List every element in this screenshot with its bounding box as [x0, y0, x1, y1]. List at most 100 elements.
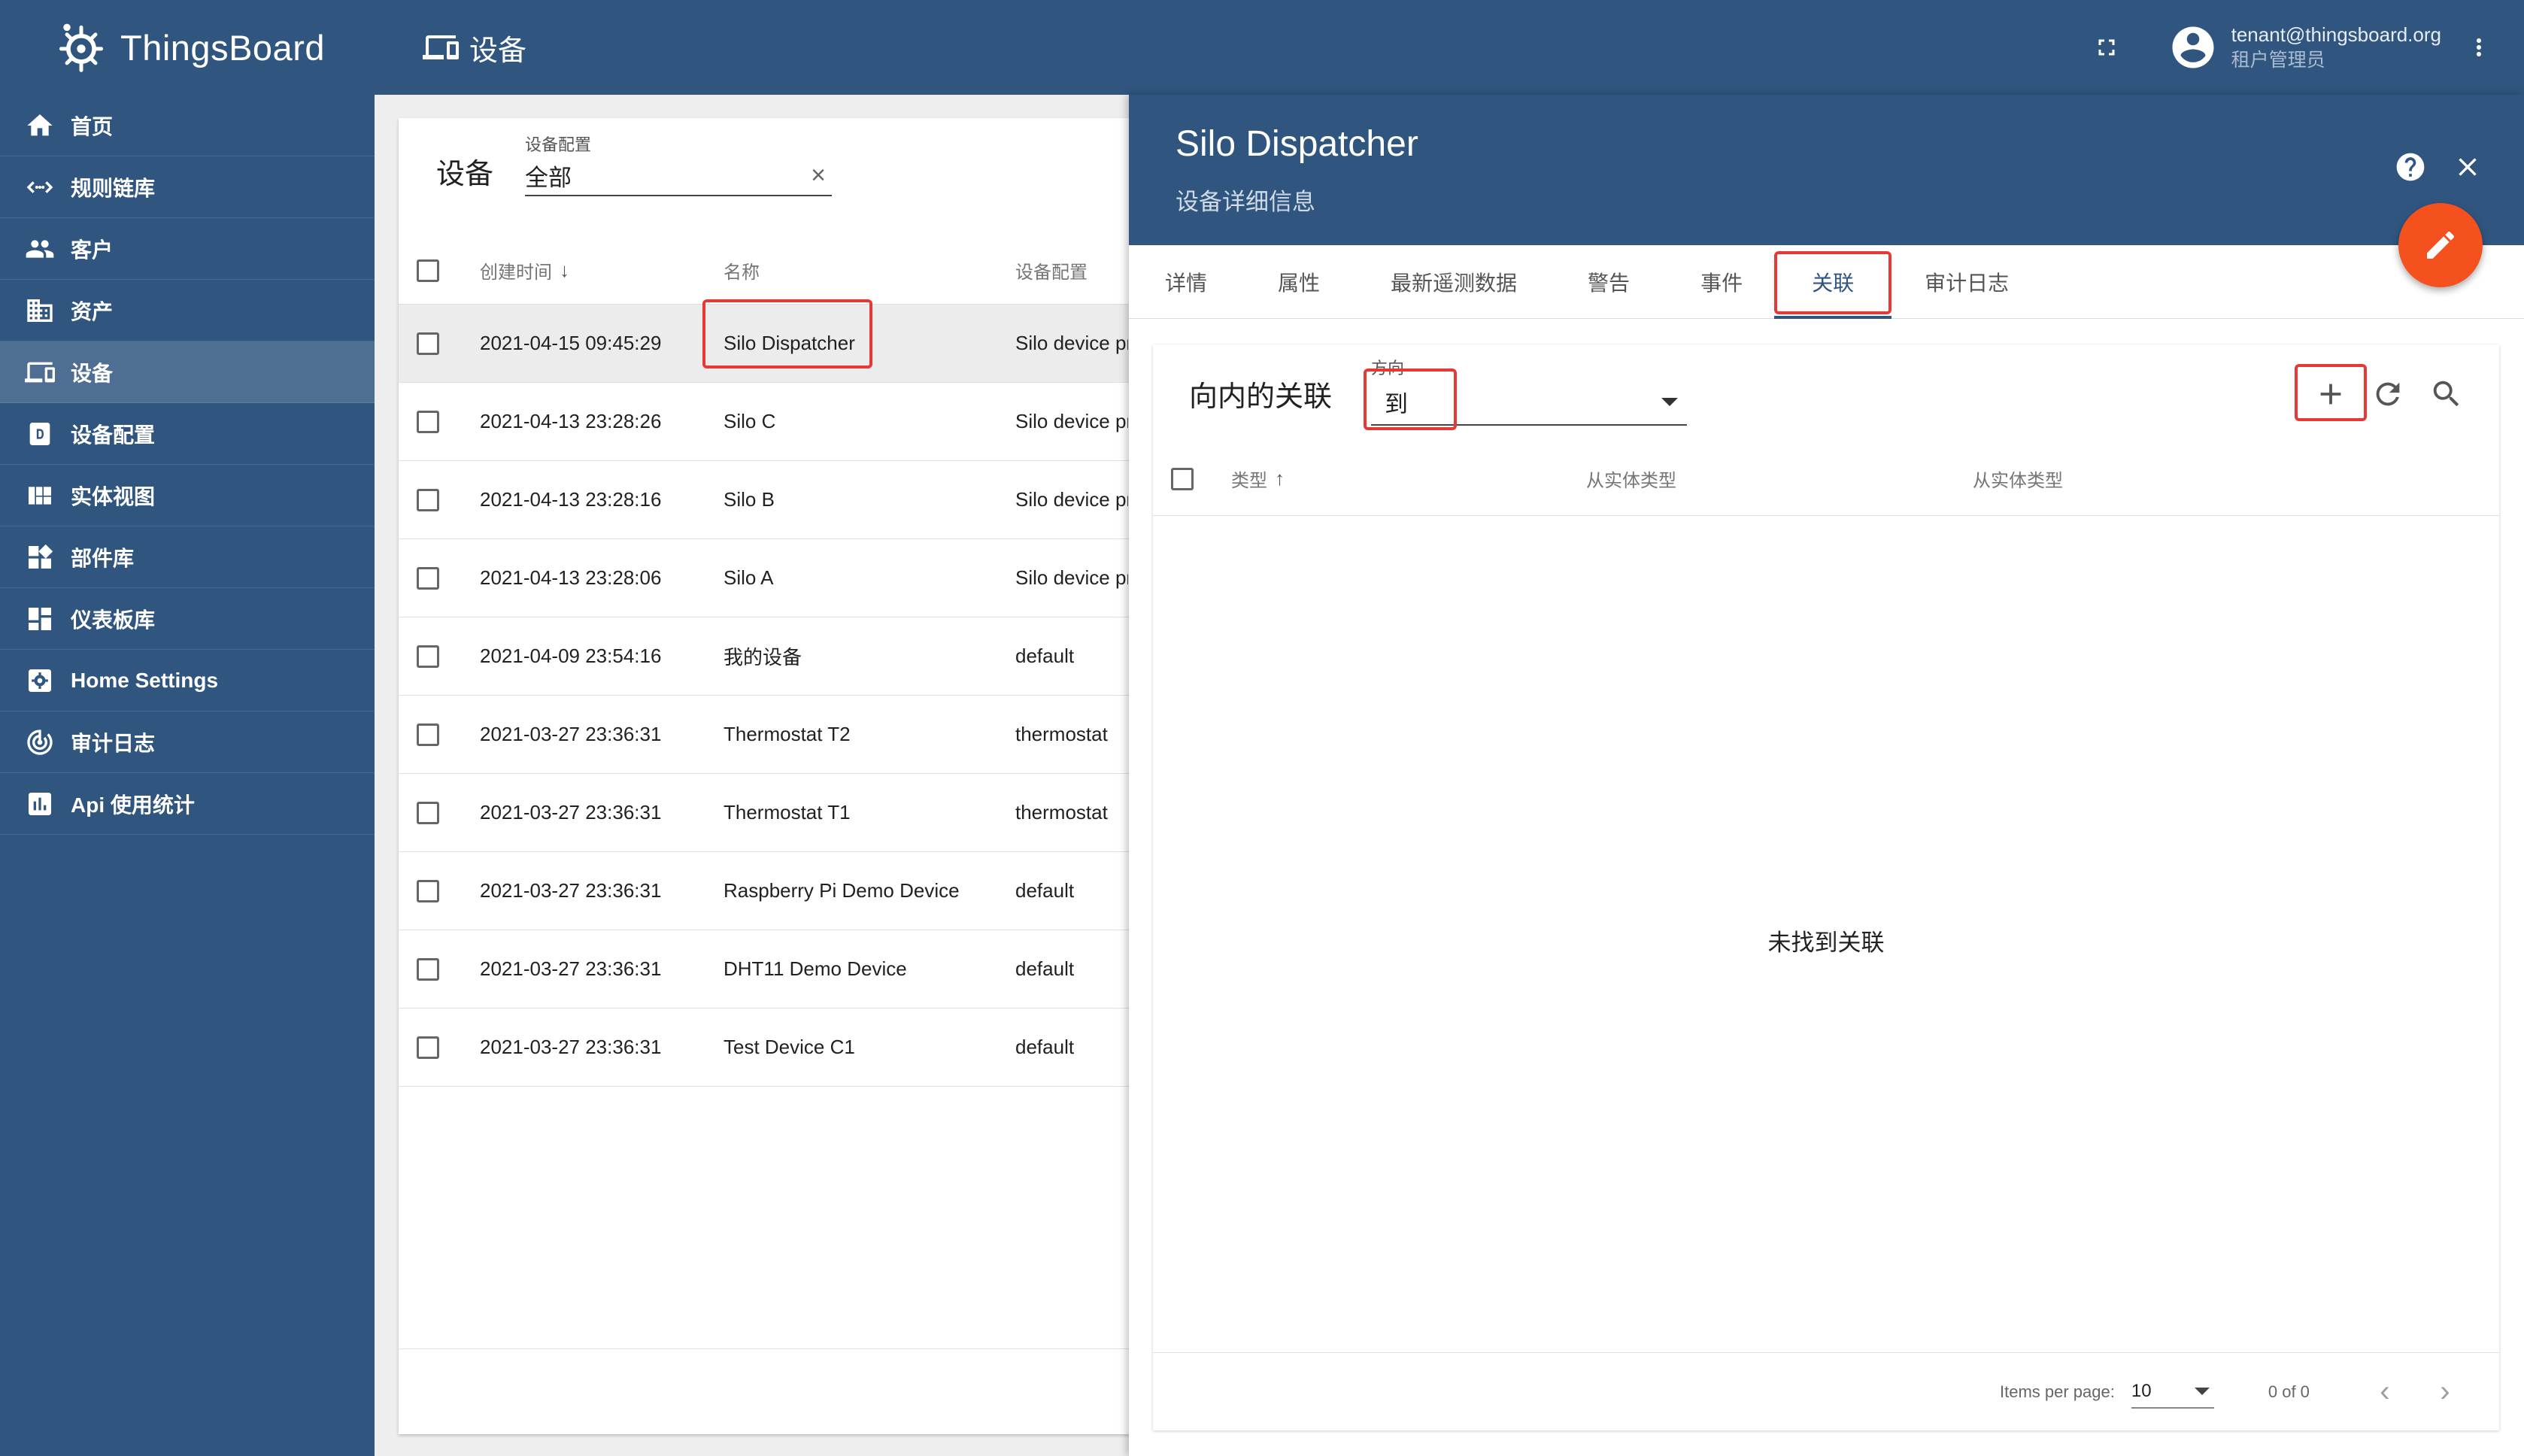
sidebar-item-assets[interactable]: 资产 — [0, 280, 375, 341]
app-logo[interactable]: ThingsBoard — [0, 0, 375, 95]
row-checkbox[interactable] — [417, 410, 439, 433]
column-device-profile[interactable]: 设备配置 — [1015, 257, 1088, 284]
sidebar-item-entity-views[interactable]: 实体视图 — [0, 465, 375, 526]
relations-card: 向内的关联 方向 到 类型 ↑ 从实体类型 从实体类型 未找到关联 Items … — [1153, 344, 2499, 1430]
widgets-icon — [24, 541, 56, 573]
cell-created-time: 2021-04-15 09:45:29 — [480, 332, 662, 354]
user-info[interactable]: tenant@thingsboard.org 租户管理员 — [2231, 23, 2441, 72]
sidebar-item-label: Api 使用统计 — [71, 793, 195, 817]
table-row[interactable]: 2021-03-27 23:36:31 Raspberry Pi Demo De… — [399, 852, 1151, 930]
sidebar-item-devices[interactable]: 设备 — [0, 341, 375, 403]
column-from-entity-type[interactable]: 从实体类型 — [1586, 466, 1973, 492]
column-type[interactable]: 类型 ↑ — [1231, 466, 1586, 492]
cell-device-profile: Silo device profile — [1015, 566, 1128, 589]
cell-name: Thermostat T1 — [724, 801, 851, 824]
tab-relations[interactable]: 关联 — [1774, 245, 1892, 319]
account-circle-icon[interactable] — [2168, 23, 2218, 72]
row-checkbox[interactable] — [417, 801, 439, 824]
app-brand-name: ThingsBoard — [120, 27, 325, 68]
tab-attributes[interactable]: 属性 — [1278, 245, 1320, 319]
more-vert-icon — [2477, 38, 2481, 56]
details-tabs: 详情 属性 最新遥测数据 警告 事件 关联 审计日志 — [1129, 245, 2524, 319]
dropdown-arrow-icon — [2194, 1387, 2210, 1395]
refresh-button[interactable] — [2365, 372, 2410, 417]
chevron-left-icon[interactable]: ‹ — [2370, 1375, 2400, 1408]
device-profile-filter-field[interactable]: 全部 × — [525, 156, 832, 196]
select-all-checkbox[interactable] — [417, 259, 439, 282]
fullscreen-button[interactable] — [2083, 23, 2131, 71]
chevron-right-icon[interactable]: › — [2430, 1375, 2460, 1408]
details-header: Silo Dispatcher 设备详细信息 — [1129, 95, 2524, 245]
table-row[interactable]: 2021-03-27 23:36:31 Test Device C1 defau… — [399, 1009, 1151, 1087]
tab-latest-telemetry[interactable]: 最新遥测数据 — [1391, 245, 1517, 319]
table-row[interactable]: 2021-04-13 23:28:16 Silo B Silo device p… — [399, 461, 1151, 539]
page-range-label: 0 of 0 — [2268, 1382, 2310, 1401]
row-checkbox[interactable] — [417, 645, 439, 668]
table-row[interactable]: 2021-04-15 09:45:29 Silo Dispatcher Silo… — [399, 299, 1151, 383]
close-icon[interactable] — [2453, 152, 2483, 182]
sidebar-item-label: 规则链库 — [71, 176, 156, 200]
sidebar-item-label: 部件库 — [71, 546, 135, 570]
page-size-select[interactable]: 10 — [2131, 1376, 2214, 1409]
edit-fab-button[interactable] — [2398, 203, 2483, 287]
help-icon[interactable] — [2394, 150, 2427, 184]
direction-select[interactable]: 方向 到 — [1364, 355, 1687, 430]
table-row[interactable]: 2021-04-09 23:54:16 我的设备 default — [399, 617, 1151, 696]
table-row[interactable]: 2021-03-27 23:36:31 Thermostat T1 thermo… — [399, 774, 1151, 852]
tab-details[interactable]: 详情 — [1165, 245, 1207, 319]
relations-table-columns: 类型 ↑ 从实体类型 从实体类型 — [1153, 442, 2499, 516]
device-profile-filter[interactable]: 设备配置 全部 × — [525, 132, 832, 196]
row-checkbox[interactable] — [417, 1036, 439, 1059]
table-row[interactable]: 2021-03-27 23:36:31 DHT11 Demo Device de… — [399, 930, 1151, 1009]
cell-device-profile: thermostat — [1015, 723, 1108, 745]
dropdown-arrow-icon — [1661, 397, 1678, 406]
devices-icon — [24, 356, 56, 388]
page-size-value: 10 — [2131, 1380, 2152, 1401]
column-from-entity-name[interactable]: 从实体类型 — [1973, 466, 2063, 492]
sidebar-item-home-settings[interactable]: Home Settings — [0, 650, 375, 711]
code-arrows-icon — [24, 171, 56, 203]
page-title: 设备 — [469, 35, 527, 67]
sidebar-item-label: 实体视图 — [71, 484, 156, 508]
row-checkbox[interactable] — [417, 723, 439, 746]
add-relation-button[interactable] — [2308, 372, 2353, 417]
column-created-time[interactable]: 创建时间 ↓ — [480, 257, 724, 284]
more-menu-button[interactable] — [2464, 23, 2494, 71]
device-table-title: 设备 — [436, 159, 494, 190]
sidebar-item-device-profiles[interactable]: 设备配置 — [0, 403, 375, 465]
table-row[interactable]: 2021-03-27 23:36:31 Thermostat T2 thermo… — [399, 696, 1151, 774]
row-checkbox[interactable] — [417, 566, 439, 590]
sidebar-item-label: 设备配置 — [71, 423, 156, 447]
sidebar-item-widgets[interactable]: 部件库 — [0, 526, 375, 588]
clear-icon[interactable]: × — [811, 161, 832, 190]
row-checkbox[interactable] — [417, 488, 439, 511]
row-checkbox[interactable] — [417, 332, 439, 355]
search-icon — [2433, 381, 2459, 407]
column-name[interactable]: 名称 — [724, 257, 1015, 284]
view-quilt-icon — [24, 480, 56, 511]
row-checkbox[interactable] — [417, 957, 439, 981]
select-all-checkbox[interactable] — [1171, 467, 1194, 490]
domain-icon — [24, 295, 56, 326]
tab-audit-logs[interactable]: 审计日志 — [1925, 245, 2009, 319]
devices-icon — [423, 35, 459, 59]
search-button[interactable] — [2424, 372, 2469, 417]
table-row[interactable]: 2021-04-13 23:28:26 Silo C Silo device p… — [399, 383, 1151, 461]
cell-name: Test Device C1 — [724, 1036, 855, 1058]
sidebar-item-rule-chains[interactable]: 规则链库 — [0, 156, 375, 218]
sidebar-item-label: 设备 — [71, 361, 114, 385]
sidebar-item-api-usage[interactable]: Api 使用统计 — [0, 773, 375, 835]
sidebar-item-dashboards[interactable]: 仪表板库 — [0, 588, 375, 650]
sidebar-item-customers[interactable]: 客户 — [0, 218, 375, 280]
tab-alarms[interactable]: 警告 — [1588, 245, 1630, 319]
tab-events[interactable]: 事件 — [1700, 245, 1743, 319]
sidebar: 首页 规则链库 客户 资产 设备 设备配置 实体视图 部件库 仪表板库 Home… — [0, 95, 375, 1456]
arrow-down-icon: ↓ — [560, 259, 569, 281]
cell-name: DHT11 Demo Device — [724, 957, 907, 980]
people-icon — [24, 233, 56, 265]
table-row[interactable]: 2021-04-13 23:28:06 Silo A Silo device p… — [399, 539, 1151, 617]
sidebar-item-audit-logs[interactable]: 审计日志 — [0, 711, 375, 773]
device-profile-filter-value: 全部 — [525, 164, 572, 191]
sidebar-item-home[interactable]: 首页 — [0, 95, 375, 156]
row-checkbox[interactable] — [417, 879, 439, 902]
